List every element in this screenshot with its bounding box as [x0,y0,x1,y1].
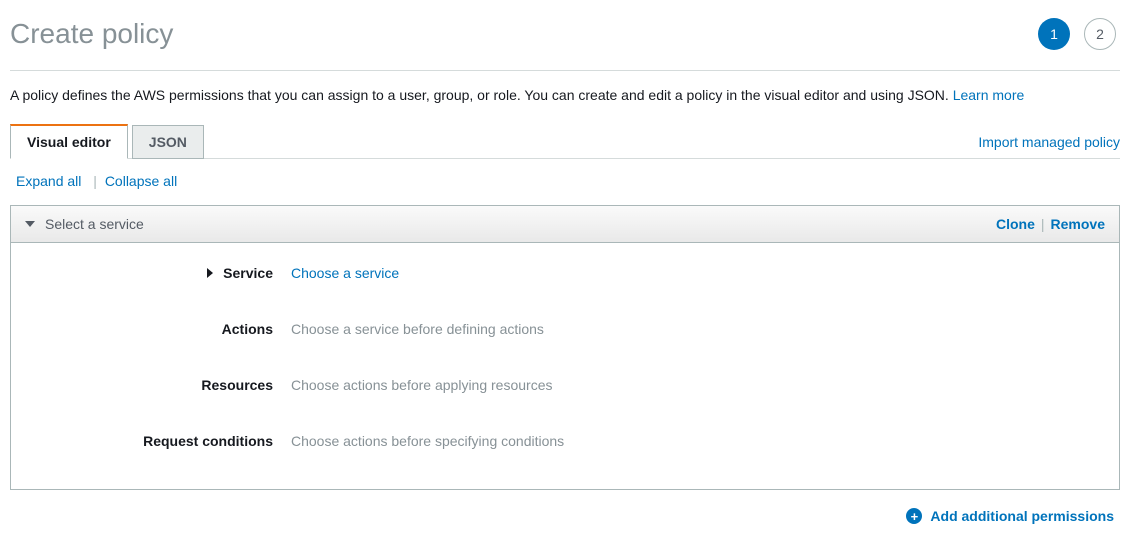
panel-title: Select a service [45,216,144,232]
panel-body: Service Choose a service Actions Choose … [11,243,1119,489]
separator: | [1041,216,1045,232]
page-description: A policy defines the AWS permissions tha… [10,71,1120,123]
row-service: Service Choose a service [31,265,1099,281]
import-managed-policy-link[interactable]: Import managed policy [978,134,1120,158]
step-2[interactable]: 2 [1084,18,1116,50]
label-service-text: Service [223,265,273,281]
value-resources: Choose actions before applying resources [291,377,553,393]
add-additional-permissions-label: Add additional permissions [930,508,1114,524]
row-actions: Actions Choose a service before defining… [31,321,1099,337]
footer: + Add additional permissions [10,490,1120,536]
description-text: A policy defines the AWS permissions tha… [10,87,953,103]
value-request-conditions: Choose actions before specifying conditi… [291,433,564,449]
page-header: Create policy 1 2 [10,0,1120,71]
add-additional-permissions-link[interactable]: + Add additional permissions [906,508,1114,524]
label-actions: Actions [31,321,291,337]
remove-link[interactable]: Remove [1051,216,1105,232]
tab-visual-editor[interactable]: Visual editor [10,124,128,159]
learn-more-link[interactable]: Learn more [953,87,1025,103]
permission-panel: Select a service Clone | Remove Service … [10,205,1120,490]
step-1[interactable]: 1 [1038,18,1070,50]
row-resources: Resources Choose actions before applying… [31,377,1099,393]
page-title: Create policy [10,18,173,50]
expand-all-link[interactable]: Expand all [16,173,81,189]
panel-header[interactable]: Select a service Clone | Remove [11,206,1119,243]
collapse-all-link[interactable]: Collapse all [105,173,177,189]
label-service: Service [31,265,291,281]
label-resources: Resources [31,377,291,393]
plus-circle-icon: + [906,508,922,524]
wizard-steps: 1 2 [1038,18,1120,50]
expand-collapse-controls: Expand all | Collapse all [10,159,1120,199]
clone-link[interactable]: Clone [996,216,1035,232]
separator: | [93,173,97,189]
tab-json[interactable]: JSON [132,125,204,159]
value-actions: Choose a service before defining actions [291,321,544,337]
caret-right-icon[interactable] [207,268,213,278]
choose-service-link[interactable]: Choose a service [291,265,399,281]
caret-down-icon [25,221,35,227]
panel-actions: Clone | Remove [996,216,1105,232]
row-request-conditions: Request conditions Choose actions before… [31,433,1099,449]
label-request-conditions: Request conditions [31,433,291,449]
tab-bar: Visual editor JSON Import managed policy [10,123,1120,159]
